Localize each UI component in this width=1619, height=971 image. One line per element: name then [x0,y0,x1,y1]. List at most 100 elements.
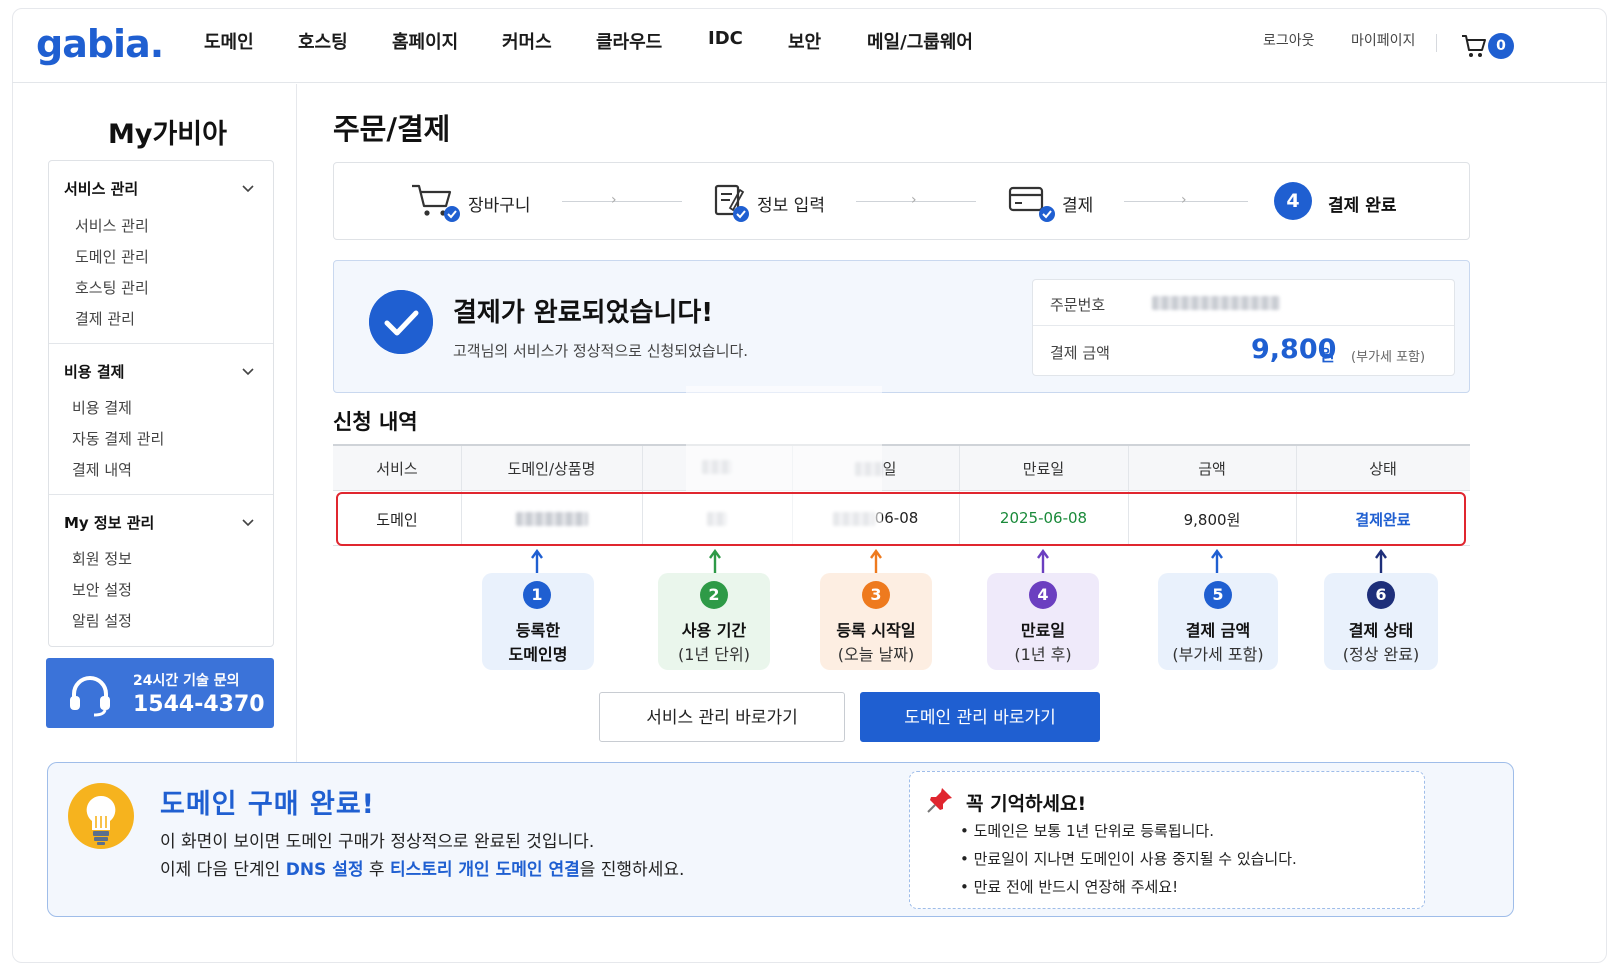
sidebar-item-domain-manage[interactable]: 도메인 관리 [75,246,149,267]
callout-subtitle: (정상 완료) [1342,645,1420,664]
callout-number: 4 [1029,581,1057,609]
order-number-label: 주문번호 [1050,296,1106,314]
callout-subtitle: (오늘 날짜) [837,645,915,664]
callout-number: 3 [862,581,890,609]
sidebar-group-my-info[interactable]: My 정보 관리 [64,512,154,533]
memo-title: 꼭 기억하세요! [966,793,1087,815]
nav-hosting[interactable]: 호스팅 [298,28,348,54]
go-domain-manage-button[interactable]: 도메인 관리 바로가기 [860,692,1100,742]
sidebar-item-billing[interactable]: 비용 결제 [72,397,132,418]
sidebar-group-service[interactable]: 서비스 관리 [64,178,138,199]
callout-title: 만료일 [1020,621,1066,640]
nav-idc[interactable]: IDC [708,28,743,49]
nav-cloud[interactable]: 클라우드 [596,28,662,54]
cart-count-badge: 0 [1488,33,1514,59]
sidebar-item-service-manage[interactable]: 서비스 관리 [75,215,149,236]
sidebar-item-auto-billing[interactable]: 자동 결제 관리 [72,428,164,449]
guide-line-1: 이 화면이 보이면 도메인 구매가 정상적으로 완료된 것입니다. [160,832,595,852]
callout-number: 2 [700,581,728,609]
headset-icon [70,676,110,717]
sidebar-item-payment-manage[interactable]: 결제 관리 [75,308,135,329]
memo-item: • 만료 전에 반드시 연장해 주세요! [960,878,1179,896]
th-service: 서비스 [376,460,418,478]
callout-title: 사용 기간 [681,621,747,640]
go-service-manage-button[interactable]: 서비스 관리 바로가기 [599,692,845,742]
callout-number: 5 [1204,581,1232,609]
arrow-up-icon [531,549,543,573]
step-cart: 장바구니 [468,196,531,216]
form-step-icon [714,184,749,222]
sidebar-item-notification-settings[interactable]: 알림 설정 [72,610,132,631]
arrow-up-icon [709,549,721,573]
sidebar-item-security-settings[interactable]: 보안 설정 [72,579,132,600]
callout-subtitle: (1년 후) [1014,645,1072,664]
nav-homepage[interactable]: 홈페이지 [392,28,458,54]
arrow-up-icon [1211,549,1223,573]
payment-amount-unit: 원 [1320,346,1335,365]
payment-complete-title: 결제가 완료되었습니다! [453,298,714,328]
sidebar-group-billing[interactable]: 비용 결제 [64,361,124,382]
callout-subtitle: 도메인명 [508,645,568,664]
sidebar-item-member-info[interactable]: 회원 정보 [72,548,132,569]
order-number-redacted [1152,296,1280,310]
step-info-input: 정보 입력 [757,196,825,216]
th-expire-date: 만료일 [1022,460,1065,478]
callout-subtitle: (부가세 포함) [1172,645,1264,664]
nav-security[interactable]: 보안 [788,28,821,54]
memo-item: • 만료일이 지나면 도메인이 사용 중지될 수 있습니다. [960,850,1297,868]
arrow-up-icon [1375,549,1387,573]
callout-title: 등록 시작일 [836,621,916,640]
callout-title: 등록한 [515,621,561,640]
chevron-down-icon[interactable] [241,364,255,378]
chevron-down-icon[interactable] [241,181,255,195]
cart-step-icon [412,184,460,222]
step-arrow-icon: › [611,192,617,208]
pushpin-icon [927,788,952,813]
step-connector [562,201,682,202]
nav-domain[interactable]: 도메인 [204,28,254,54]
arrow-up-icon [1037,549,1049,573]
util-divider [1436,34,1437,52]
step-number-badge: 4 [1274,182,1312,220]
logout-link[interactable]: 로그아웃 [1263,30,1315,50]
support-label: 24시간 기술 문의 [133,673,240,689]
sidebar-item-hosting-manage[interactable]: 호스팅 관리 [75,277,149,298]
th-amount: 금액 [1198,460,1226,478]
callout-number: 1 [523,581,551,609]
guide-line-2: 이제 다음 단계인 DNS 설정 후 티스토리 개인 도메인 연결을 진행하세요… [160,855,684,880]
sidebar-title: My가비아 [108,119,227,150]
lightbulb-icon [68,783,134,849]
step-payment: 결제 [1062,196,1094,216]
payment-amount-vat-note: (부가세 포함) [1351,350,1426,365]
callout-title: 결제 상태 [1348,621,1414,640]
global-nav: 도메인 호스팅 홈페이지 커머스 클라우드 IDC 보안 메일/그룹웨어 [0,28,1100,54]
sidebar-item-billing-history[interactable]: 결제 내역 [72,459,132,480]
guide-title: 도메인 구매 완료! [160,789,375,820]
callout-subtitle: (1년 단위) [678,645,750,664]
support-number[interactable]: 1544-4370 [133,692,265,717]
cart-icon[interactable] [1460,32,1488,60]
memo-item: • 도메인은 보통 1년 단위로 등록됩니다. [960,822,1215,840]
mypage-link[interactable]: 마이페이지 [1351,30,1415,50]
check-circle-icon [369,290,433,354]
row-highlight-frame [336,492,1466,546]
nav-commerce[interactable]: 커머스 [502,28,552,54]
dns-settings-link[interactable]: DNS 설정 [286,860,364,880]
step-arrow-icon: › [1181,192,1187,208]
step-arrow-icon: › [911,192,917,208]
th-status: 상태 [1369,460,1397,478]
payment-complete-subtitle: 고객님의 서비스가 정상적으로 신청되었습니다. [453,342,749,360]
callout-title: 결제 금액 [1185,621,1251,640]
request-details-title: 신청 내역 [333,410,418,434]
callout-number: 6 [1367,581,1395,609]
order-summary-divider [1033,325,1454,326]
th-domain-product: 도메인/상품명 [507,460,596,478]
tistory-domain-link[interactable]: 티스토리 개인 도메인 연결 [390,860,580,880]
arrow-up-icon [870,549,882,573]
guide-line-2-mid: 후 [363,860,390,880]
chevron-down-icon[interactable] [241,515,255,529]
nav-mail-groupware[interactable]: 메일/그룹웨어 [867,28,973,54]
page-title: 주문/결제 [333,112,451,146]
card-step-icon [1008,186,1055,222]
guide-line-2-pre: 이제 다음 단계인 [160,860,286,880]
